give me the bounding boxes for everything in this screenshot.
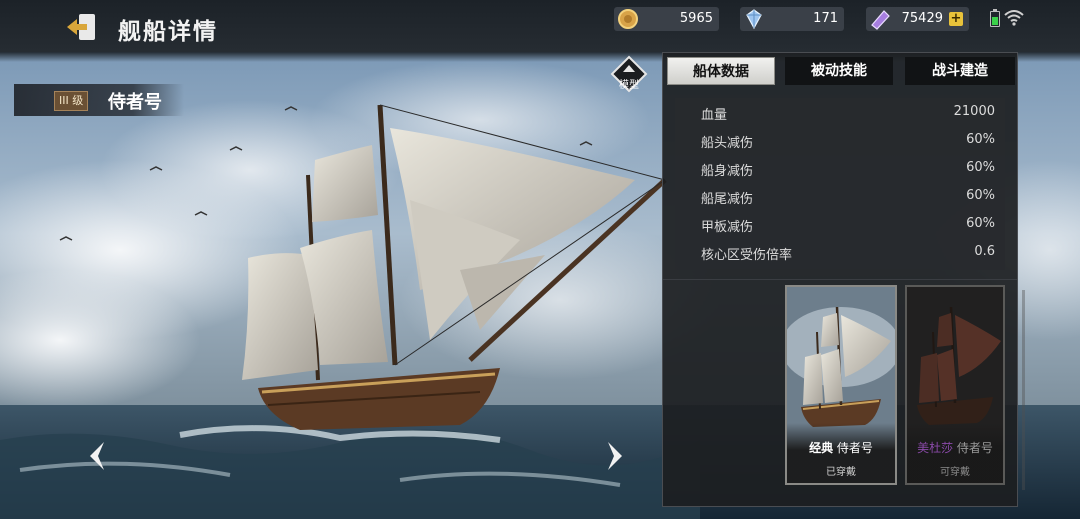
skin-ship-name: 侍者号	[836, 441, 873, 455]
stat-row-hull-reduction: 船身减伤 60%	[675, 154, 1005, 182]
purple-crystal-icon	[871, 10, 890, 30]
ship-name: 侍者号	[108, 92, 162, 113]
add-crystal-button[interactable]: +	[949, 12, 963, 26]
stat-label: 核心区受伤倍率	[701, 248, 793, 263]
wifi-icon	[1004, 10, 1024, 26]
ship-grade-badge: III 级	[54, 91, 89, 111]
diamond-amount: 171	[813, 11, 838, 26]
page-title: 舰船详情	[118, 19, 218, 45]
skin-name: 美杜莎 侍者号	[907, 439, 1003, 456]
stat-value: 0.6	[974, 244, 995, 259]
ship-name-plate: III 级 侍者号	[14, 84, 184, 116]
diamond-icon	[746, 9, 762, 30]
tab-bar: 船体数据 被动技能 战斗建造	[667, 57, 1015, 85]
battery-icon	[990, 9, 1000, 27]
tab-combat-build[interactable]: 战斗建造	[905, 57, 1015, 85]
stat-row-bow-reduction: 船头减伤 60%	[675, 126, 1005, 154]
skin-prefix: 美杜莎	[917, 441, 954, 455]
skin-prefix: 经典	[809, 441, 834, 455]
skin-status: 可穿戴	[940, 467, 970, 478]
tab-passive-skills[interactable]: 被动技能	[785, 57, 893, 85]
gold-coin-icon	[618, 9, 638, 29]
stat-row-hp: 血量 21000	[675, 98, 1005, 126]
top-bar: 舰船详情 5965 171 75429 +	[0, 0, 1080, 62]
skin-ship-name: 侍者号	[956, 441, 993, 455]
stat-row-deck-reduction: 甲板减伤 60%	[675, 210, 1005, 238]
skin-status: 已穿戴	[826, 467, 856, 478]
stat-row-core-damage-multiplier: 核心区受伤倍率 0.6	[675, 238, 1005, 266]
ship-detail-panel: 船体数据 被动技能 战斗建造 血量 21000 船头减伤 60% 船身减伤 60…	[662, 52, 1018, 507]
crystal-amount: 75429	[901, 11, 943, 26]
model-label: 模型	[619, 80, 639, 91]
skin-list-scrollbar[interactable]	[1022, 290, 1025, 490]
stat-value: 60%	[966, 160, 995, 175]
stat-label: 船尾减伤	[701, 192, 754, 207]
skin-card-medusa[interactable]: 美杜莎 侍者号 可穿戴	[905, 285, 1005, 485]
tab-hull-data[interactable]: 船体数据	[667, 57, 775, 85]
stat-label: 甲板减伤	[701, 220, 754, 235]
stat-value: 60%	[966, 132, 995, 147]
back-button[interactable]	[62, 10, 102, 44]
next-ship-arrow-icon[interactable]	[604, 440, 626, 472]
skin-card-classic[interactable]: 经典 侍者号 已穿戴	[785, 285, 897, 485]
stat-value: 60%	[966, 216, 995, 231]
model-view-button[interactable]: 模型	[610, 55, 648, 93]
panel-divider	[663, 279, 1017, 280]
skin-name: 经典 侍者号	[787, 439, 895, 456]
stat-label: 船头减伤	[701, 136, 754, 151]
stat-label: 船身减伤	[701, 164, 754, 179]
stat-label: 血量	[701, 108, 728, 123]
stat-row-stern-reduction: 船尾减伤 60%	[675, 182, 1005, 210]
stat-value: 60%	[966, 188, 995, 203]
previous-ship-arrow-icon[interactable]	[86, 440, 108, 472]
hull-stats-list: 血量 21000 船头减伤 60% 船身减伤 60% 船尾减伤 60% 甲板减伤…	[675, 98, 1005, 270]
gold-amount: 5965	[679, 11, 713, 26]
gold-resource: 5965	[614, 7, 719, 31]
diamond-resource: 171	[740, 7, 844, 31]
crystal-resource: 75429 +	[866, 7, 969, 31]
stat-value: 21000	[953, 104, 995, 119]
back-arrow-icon	[67, 14, 95, 40]
